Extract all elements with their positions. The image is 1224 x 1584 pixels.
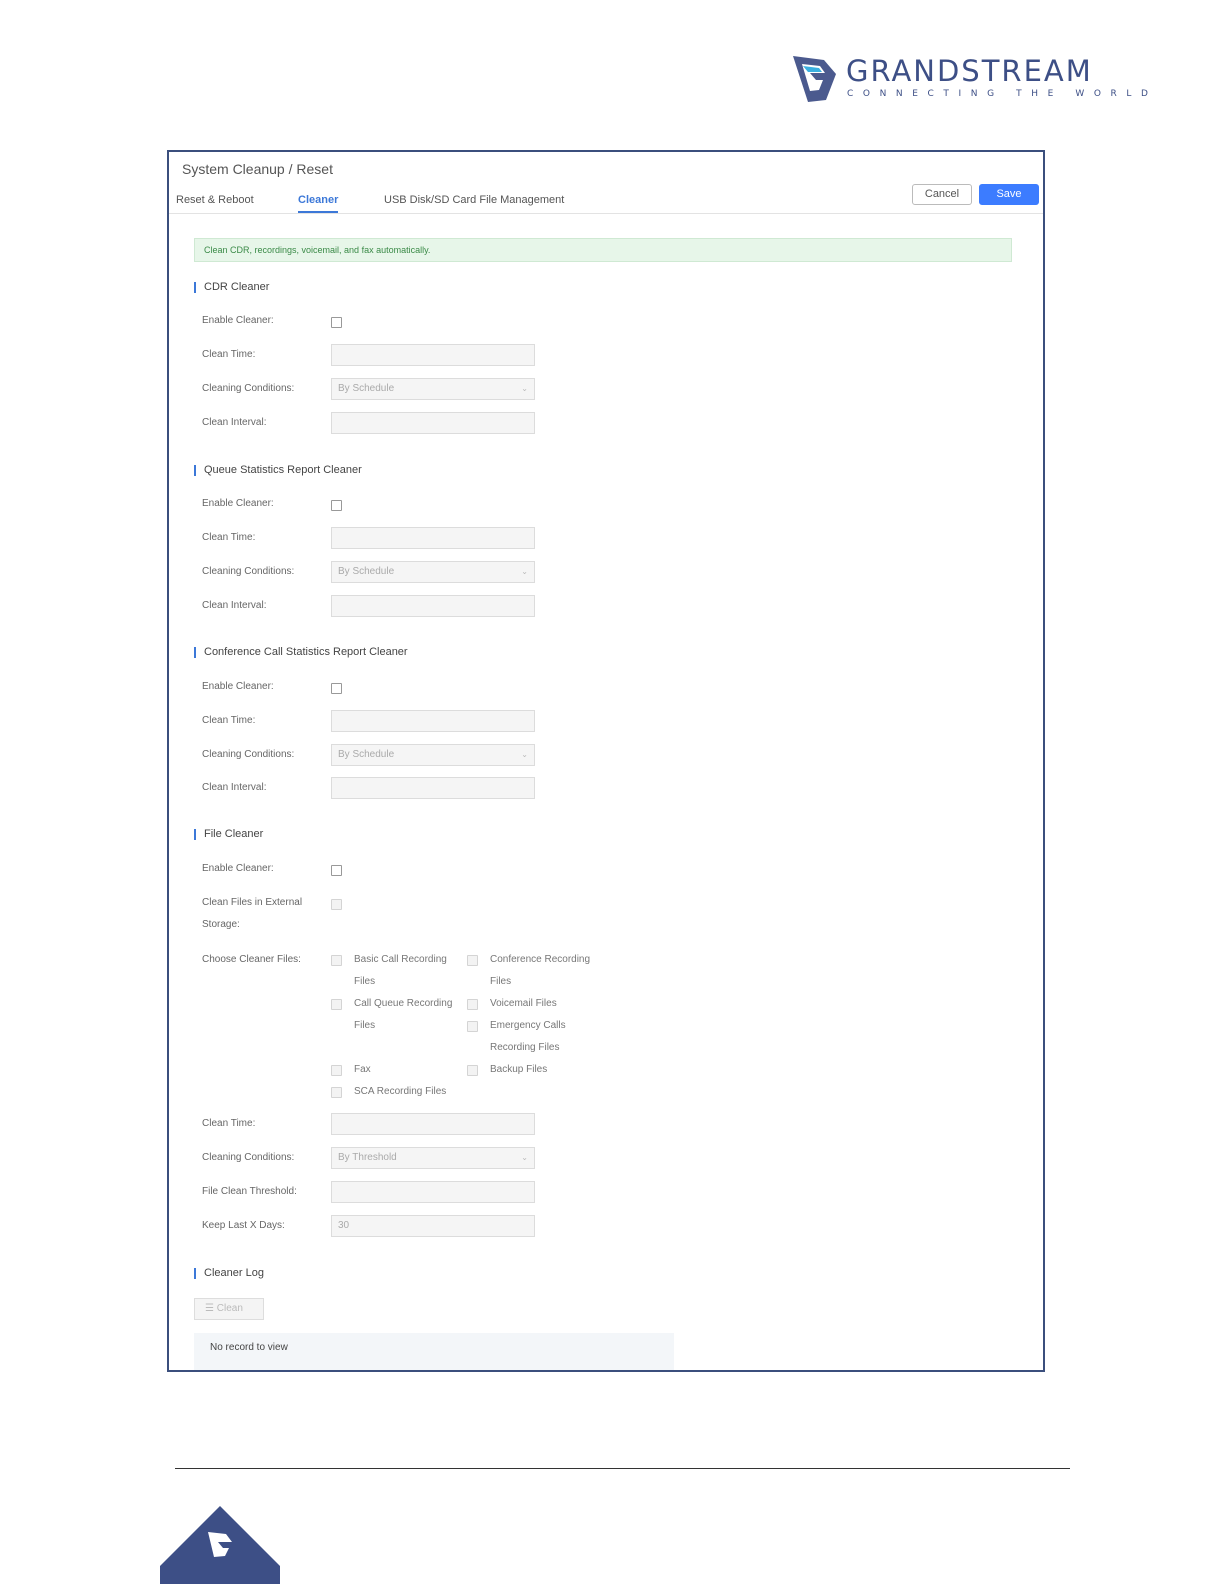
clean-list-icon: ☰ bbox=[205, 1303, 214, 1314]
external-storage-checkbox[interactable] bbox=[331, 899, 342, 910]
conference-clean-time-label: Clean Time: bbox=[202, 715, 256, 726]
file-enable-label: Enable Cleaner: bbox=[202, 863, 274, 874]
conference-conditions-value: By Schedule bbox=[338, 749, 395, 760]
file-conditions-value: By Threshold bbox=[338, 1152, 397, 1163]
queue-clean-time-label: Clean Time: bbox=[202, 532, 256, 543]
empty-log-message: No record to view bbox=[210, 1342, 288, 1353]
basic-call-recording-label: Basic Call Recording bbox=[354, 954, 447, 965]
file-enable-checkbox[interactable] bbox=[331, 865, 342, 876]
cdr-conditions-select[interactable]: By Schedule ⌄ bbox=[331, 378, 535, 400]
conference-conditions-select[interactable]: By Schedule ⌄ bbox=[331, 744, 535, 766]
section-file-cleaner: File Cleaner bbox=[194, 829, 263, 840]
clean-log-button-label: Clean bbox=[216, 1303, 243, 1314]
choose-files-label: Choose Cleaner Files: bbox=[202, 954, 301, 965]
external-storage-label-cont: Storage: bbox=[202, 919, 240, 930]
external-storage-label: Clean Files in External bbox=[202, 897, 303, 908]
conference-recording-checkbox[interactable] bbox=[467, 955, 478, 966]
voicemail-files-label: Voicemail Files bbox=[490, 998, 557, 1009]
conference-interval-label: Clean Interval: bbox=[202, 782, 267, 793]
queue-conditions-select[interactable]: By Schedule ⌄ bbox=[331, 561, 535, 583]
conference-recording-label: Conference Recording bbox=[490, 954, 591, 965]
tab-cleaner[interactable]: Cleaner bbox=[298, 194, 339, 213]
keep-days-value: 30 bbox=[338, 1220, 350, 1231]
queue-conditions-label: Cleaning Conditions: bbox=[202, 566, 295, 577]
cdr-interval-input[interactable] bbox=[331, 412, 535, 434]
grandstream-logo-icon bbox=[793, 56, 836, 102]
chevron-down-icon: ⌄ bbox=[521, 750, 528, 759]
cdr-enable-label: Enable Cleaner: bbox=[202, 315, 274, 326]
brand-tagline: CONNECTING THE WORLD bbox=[847, 89, 1158, 99]
queue-enable-label: Enable Cleaner: bbox=[202, 498, 274, 509]
tab-reset-reboot[interactable]: Reset & Reboot bbox=[176, 194, 254, 206]
basic-call-recording-checkbox[interactable] bbox=[331, 955, 342, 966]
grandstream-logo: GRANDSTREAM CONNECTING THE WORLD bbox=[790, 52, 1148, 108]
clean-log-button[interactable]: ☰ Clean bbox=[194, 1298, 264, 1320]
keep-days-label: Keep Last X Days: bbox=[202, 1220, 285, 1231]
emergency-calls-label-cont: Recording Files bbox=[490, 1042, 560, 1053]
section-conference-cleaner: Conference Call Statistics Report Cleane… bbox=[194, 647, 408, 658]
call-queue-recording-label-cont: Files bbox=[354, 1020, 376, 1031]
conference-enable-checkbox[interactable] bbox=[331, 683, 342, 694]
conference-clean-time-input[interactable] bbox=[331, 710, 535, 732]
cdr-conditions-value: By Schedule bbox=[338, 383, 395, 394]
emergency-calls-checkbox[interactable] bbox=[467, 1021, 478, 1032]
system-cleanup-panel: System Cleanup / Reset Reset & Reboot Cl… bbox=[167, 150, 1045, 1372]
cdr-clean-time-input[interactable] bbox=[331, 344, 535, 366]
file-clean-time-label: Clean Time: bbox=[202, 1118, 256, 1129]
chevron-down-icon: ⌄ bbox=[521, 1153, 528, 1162]
sca-recording-label: SCA Recording Files bbox=[354, 1086, 447, 1097]
cdr-enable-checkbox[interactable] bbox=[331, 317, 342, 328]
section-cdr-cleaner: CDR Cleaner bbox=[194, 282, 269, 293]
file-conditions-label: Cleaning Conditions: bbox=[202, 1152, 295, 1163]
cancel-button[interactable]: Cancel bbox=[912, 184, 972, 205]
emergency-calls-label: Emergency Calls bbox=[490, 1020, 566, 1031]
fax-checkbox[interactable] bbox=[331, 1065, 342, 1076]
save-button[interactable]: Save bbox=[979, 184, 1039, 205]
footer-logo-icon bbox=[160, 1506, 280, 1584]
queue-interval-input[interactable] bbox=[331, 595, 535, 617]
queue-enable-checkbox[interactable] bbox=[331, 500, 342, 511]
file-threshold-input[interactable] bbox=[331, 1181, 535, 1203]
chevron-down-icon: ⌄ bbox=[521, 567, 528, 576]
chevron-down-icon: ⌄ bbox=[521, 384, 528, 393]
section-cleaner-log: Cleaner Log bbox=[194, 1268, 264, 1279]
tab-usb-sd-file-management[interactable]: USB Disk/SD Card File Management bbox=[384, 194, 564, 206]
conference-conditions-label: Cleaning Conditions: bbox=[202, 749, 295, 760]
queue-conditions-value: By Schedule bbox=[338, 566, 395, 577]
file-conditions-select[interactable]: By Threshold ⌄ bbox=[331, 1147, 535, 1169]
conference-interval-input[interactable] bbox=[331, 777, 535, 799]
queue-clean-time-input[interactable] bbox=[331, 527, 535, 549]
cdr-clean-time-label: Clean Time: bbox=[202, 349, 256, 360]
voicemail-files-checkbox[interactable] bbox=[467, 999, 478, 1010]
footer-divider bbox=[175, 1468, 1070, 1469]
brand-name: GRANDSTREAM bbox=[846, 54, 1093, 88]
keep-days-input[interactable]: 30 bbox=[331, 1215, 535, 1237]
cdr-conditions-label: Cleaning Conditions: bbox=[202, 383, 295, 394]
sca-recording-checkbox[interactable] bbox=[331, 1087, 342, 1098]
call-queue-recording-label: Call Queue Recording bbox=[354, 998, 453, 1009]
backup-files-label: Backup Files bbox=[490, 1064, 548, 1075]
conference-enable-label: Enable Cleaner: bbox=[202, 681, 274, 692]
call-queue-recording-checkbox[interactable] bbox=[331, 999, 342, 1010]
section-queue-cleaner: Queue Statistics Report Cleaner bbox=[194, 465, 362, 476]
cdr-interval-label: Clean Interval: bbox=[202, 417, 267, 428]
page-title: System Cleanup / Reset bbox=[182, 161, 333, 177]
file-clean-time-input[interactable] bbox=[331, 1113, 535, 1135]
backup-files-checkbox[interactable] bbox=[467, 1065, 478, 1076]
conference-recording-label-cont: Files bbox=[490, 976, 512, 987]
basic-call-recording-label-cont: Files bbox=[354, 976, 376, 987]
info-notice: Clean CDR, recordings, voicemail, and fa… bbox=[194, 238, 1012, 262]
fax-label: Fax bbox=[354, 1064, 371, 1075]
file-threshold-label: File Clean Threshold: bbox=[202, 1186, 297, 1197]
queue-interval-label: Clean Interval: bbox=[202, 600, 267, 611]
cleaner-log-table: No record to view bbox=[194, 1333, 674, 1370]
